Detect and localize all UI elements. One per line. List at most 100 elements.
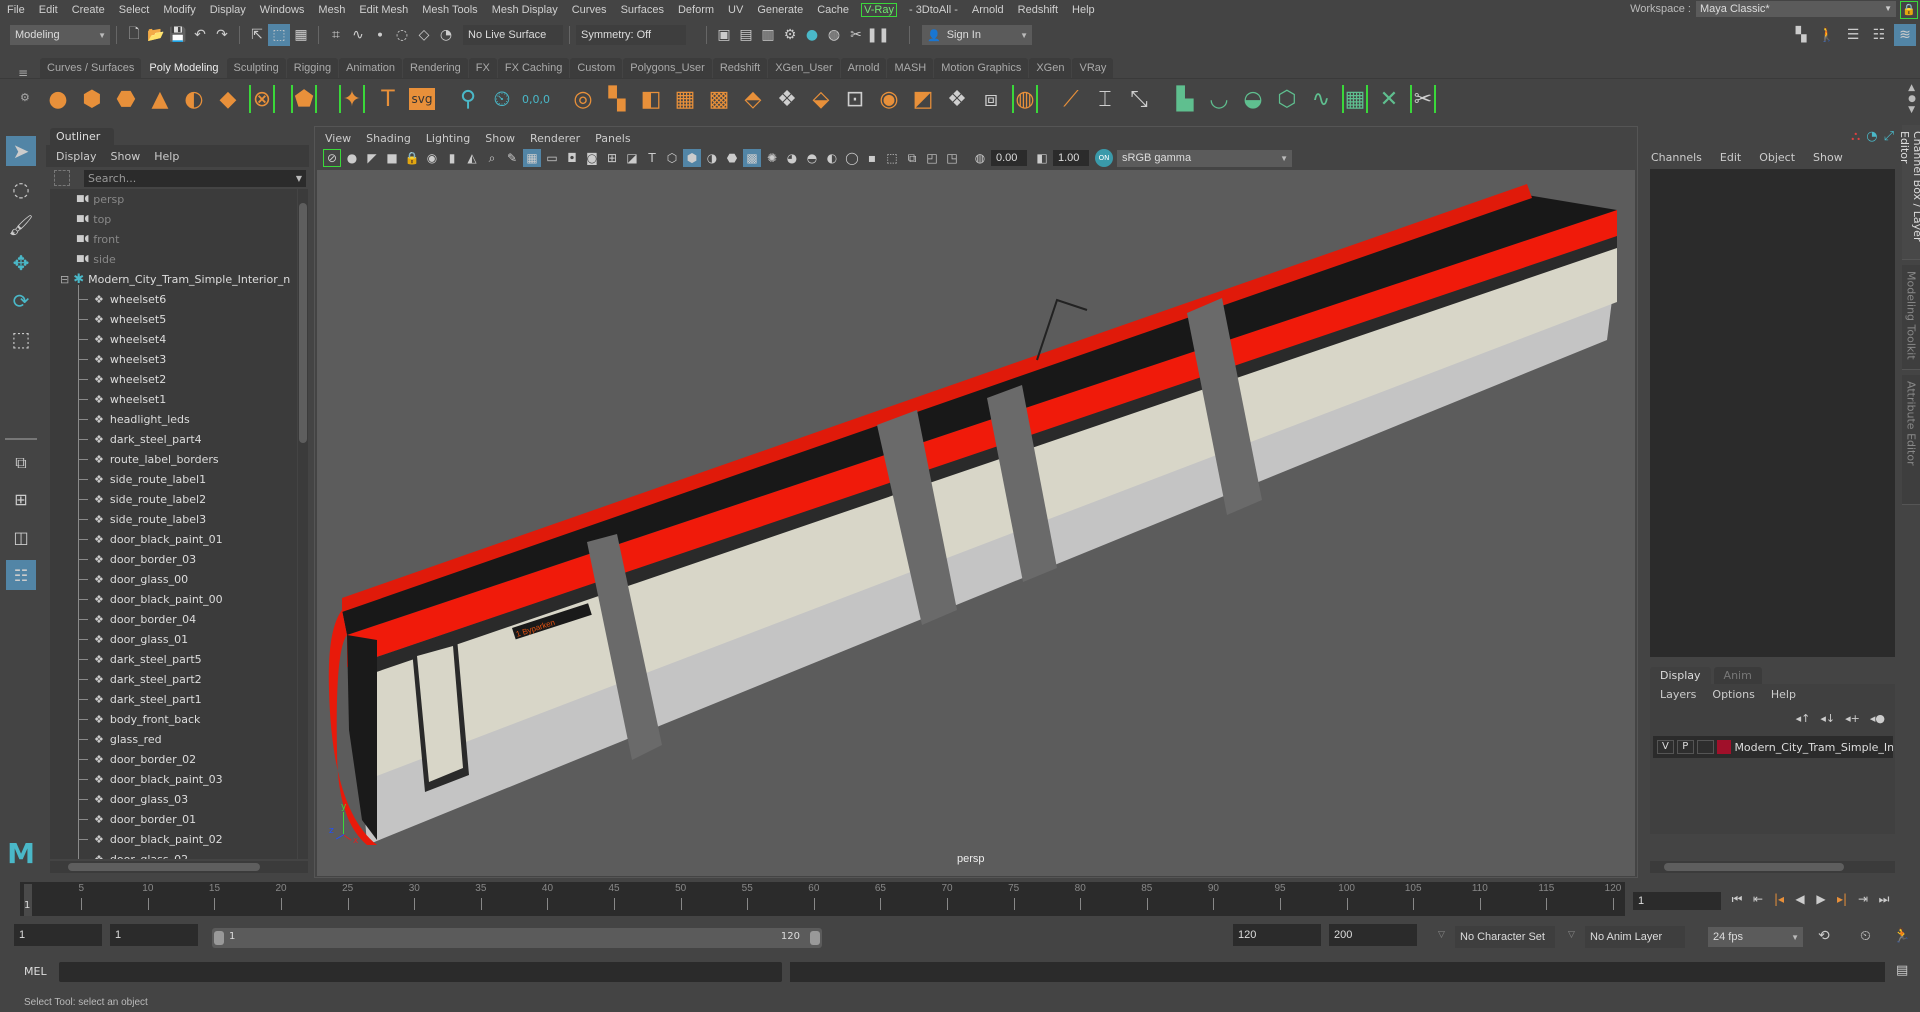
extract-icon[interactable]: ◧ <box>638 85 664 113</box>
select-object-icon[interactable]: ⬚ <box>268 24 290 46</box>
xray-icon[interactable]: ⧉ <box>903 149 921 167</box>
viewport-menu-shading[interactable]: Shading <box>366 132 411 145</box>
undo-icon[interactable]: ↶ <box>189 24 211 46</box>
channel-speed-icon[interactable]: ◔ <box>1866 129 1877 144</box>
menu-arnold[interactable]: Arnold <box>965 4 1011 16</box>
anim-layer-field[interactable]: No Anim Layer <box>1585 926 1685 948</box>
shelf-tab-poly-modeling[interactable]: Poly Modeling <box>142 58 226 78</box>
uv-layout-icon[interactable]: ✕ <box>1376 85 1402 113</box>
go-to-end-icon[interactable]: ⏭ <box>1875 892 1893 907</box>
poly-torus-icon[interactable]: ◐ <box>181 85 207 113</box>
auto-key-icon[interactable]: ⏲ <box>1860 928 1871 944</box>
menu-windows[interactable]: Windows <box>253 4 312 16</box>
menu-uv[interactable]: UV <box>721 4 750 16</box>
outliner-item[interactable]: ❖ dark_steel_part5 <box>50 649 297 669</box>
anim-start-field[interactable]: 1 <box>110 924 198 946</box>
shelf-tab-sculpting[interactable]: Sculpting <box>226 58 286 78</box>
viewport-menu-renderer[interactable]: Renderer <box>530 132 580 145</box>
move-layer-down-icon[interactable]: ◂↓ <box>1820 712 1835 725</box>
shelf-tab-motion-graphics[interactable]: Motion Graphics <box>934 58 1029 78</box>
poly-cylinder-icon[interactable]: ⬣ <box>113 85 139 113</box>
coordinates-icon[interactable]: 0,0,0 <box>522 85 550 113</box>
smooth-shade-icon[interactable]: ⬢ <box>683 149 701 167</box>
outliner-item[interactable]: ❖ door_black_paint_02 <box>50 829 297 849</box>
persp-outliner-layout-icon[interactable]: ◫ <box>6 522 36 552</box>
channel-manip-icon[interactable]: ⛬ <box>1851 129 1860 144</box>
target-weld-icon[interactable]: ⟋ <box>1058 85 1084 113</box>
outliner-vscroll[interactable] <box>298 189 308 859</box>
side-tab-modeling-toolkit[interactable]: Modeling Toolkit <box>1902 265 1920 370</box>
default-material-icon[interactable]: ◑ <box>703 149 721 167</box>
menu-mesh-tools[interactable]: Mesh Tools <box>415 4 484 16</box>
ambient-occlusion-icon[interactable]: ◓ <box>803 149 821 167</box>
xray-components-icon[interactable]: ◳ <box>943 149 961 167</box>
play-backward-icon[interactable]: ◀ <box>1791 892 1809 907</box>
render-settings-icon[interactable]: ⚙ <box>779 24 801 46</box>
side-tab-attribute-editor[interactable]: Attribute Editor <box>1902 375 1920 505</box>
2d-pan-zoom-icon[interactable]: ⌕ <box>483 149 501 167</box>
camera-attr-icon[interactable]: ● <box>343 149 361 167</box>
connect-icon[interactable]: ⌶ <box>1092 85 1118 113</box>
outliner-layout-icon[interactable]: ☷ <box>6 560 36 590</box>
new-empty-layer-icon[interactable]: ◂+ <box>1845 712 1860 725</box>
attribute-editor-icon[interactable]: ☰ <box>1842 24 1864 46</box>
outliner-item[interactable]: ❖ door_border_03 <box>50 549 297 569</box>
next-key-icon[interactable]: ▸| <box>1833 892 1851 907</box>
layer-menu-layers[interactable]: Layers <box>1660 688 1696 701</box>
hypershade-icon[interactable]: ● <box>801 24 823 46</box>
sign-in-button[interactable]: 👤 Sign In ▼ <box>922 25 1032 45</box>
image-plane-icon[interactable]: ◭ <box>463 149 481 167</box>
go-to-start-icon[interactable]: ⏮ <box>1728 892 1746 907</box>
channel-menu-object[interactable]: Object <box>1759 151 1795 164</box>
menu-mesh[interactable]: Mesh <box>311 4 352 16</box>
outliner-item[interactable]: ❖ door_border_01 <box>50 809 297 829</box>
modeling-toolkit-icon[interactable]: ▚ <box>1790 24 1812 46</box>
time-slider[interactable]: 1 5 10 15 20 25 30 35 40 45 50 55 60 65 70 75 80 85 90 95 1… <box>20 882 1625 916</box>
poly-cone-icon[interactable]: ▲ <box>147 85 173 113</box>
outliner-item[interactable]: ❖ door_black_paint_03 <box>50 769 297 789</box>
outliner-item[interactable]: ❖ headlight_leds <box>50 409 297 429</box>
end-time-field[interactable]: 120 <box>1233 924 1321 946</box>
poly-soccer-icon[interactable]: ⚲ <box>455 85 481 113</box>
outliner-item[interactable]: ❖ door_glass_02 <box>50 849 297 859</box>
bookmark-icon[interactable]: ◤ <box>363 149 381 167</box>
outliner-hscroll[interactable] <box>50 861 308 873</box>
depth-of-field-icon[interactable]: ▪ <box>863 149 881 167</box>
collapse-icon[interactable]: ⊟ <box>60 273 69 286</box>
uv-cylindrical-icon[interactable]: ◡ <box>1206 85 1232 113</box>
outliner-item[interactable]: ❖ door_glass_03 <box>50 789 297 809</box>
poly-cube-icon[interactable]: ⬢ <box>79 85 105 113</box>
isolate-select-icon[interactable]: ⬚ <box>883 149 901 167</box>
extrude-icon[interactable]: ⊡ <box>842 85 868 113</box>
resolution-gate-icon[interactable]: ◘ <box>563 149 581 167</box>
outliner-item[interactable]: ❖ side_route_label2 <box>50 489 297 509</box>
uv-cut-sew-icon[interactable]: ✂ <box>1410 85 1436 113</box>
rotate-tool-icon[interactable]: ⟳ <box>6 286 36 316</box>
outliner-item[interactable]: ❖ dark_steel_part4 <box>50 429 297 449</box>
fill-hole-icon[interactable]: ◉ <box>876 85 902 113</box>
outliner-item-camera[interactable]: ■◖ front <box>50 229 297 249</box>
fps-dropdown[interactable]: 24 fps ▼ <box>1708 927 1803 947</box>
live-surface-field[interactable]: No Live Surface <box>463 25 563 45</box>
textured-icon[interactable]: ▩ <box>743 149 761 167</box>
menu-vray[interactable]: V-Ray <box>861 2 897 17</box>
outliner-menu-help[interactable]: Help <box>154 150 179 163</box>
script-editor-icon[interactable]: ▤ <box>1896 963 1908 978</box>
collapse-icon[interactable]: ⧈ <box>978 85 1004 113</box>
outliner-item[interactable]: ❖ dark_steel_part2 <box>50 669 297 689</box>
smooth-icon[interactable]: ▩ <box>706 85 732 113</box>
menu-redshift[interactable]: Redshift <box>1011 4 1065 16</box>
camera-settings-icon[interactable]: ◉ <box>423 149 441 167</box>
wireframe-icon[interactable]: ⬡ <box>663 149 681 167</box>
viewport-menu-panels[interactable]: Panels <box>595 132 630 145</box>
field-chart-icon[interactable]: ⊞ <box>603 149 621 167</box>
outliner-item-group[interactable]: ⊟ ✱ Modern_City_Tram_Simple_Interior_n <box>50 269 297 289</box>
outliner-item[interactable]: ❖ wheelset5 <box>50 309 297 329</box>
filter-icon[interactable] <box>54 170 70 186</box>
gamma-field[interactable]: 1.00 <box>1053 150 1089 166</box>
shadows-icon[interactable]: ◕ <box>783 149 801 167</box>
layer-menu-help[interactable]: Help <box>1771 688 1796 701</box>
outliner-item[interactable]: ❖ door_black_paint_01 <box>50 529 297 549</box>
layer-color-swatch[interactable] <box>1716 740 1732 754</box>
select-hierarchy-icon[interactable]: ⇱ <box>246 24 268 46</box>
